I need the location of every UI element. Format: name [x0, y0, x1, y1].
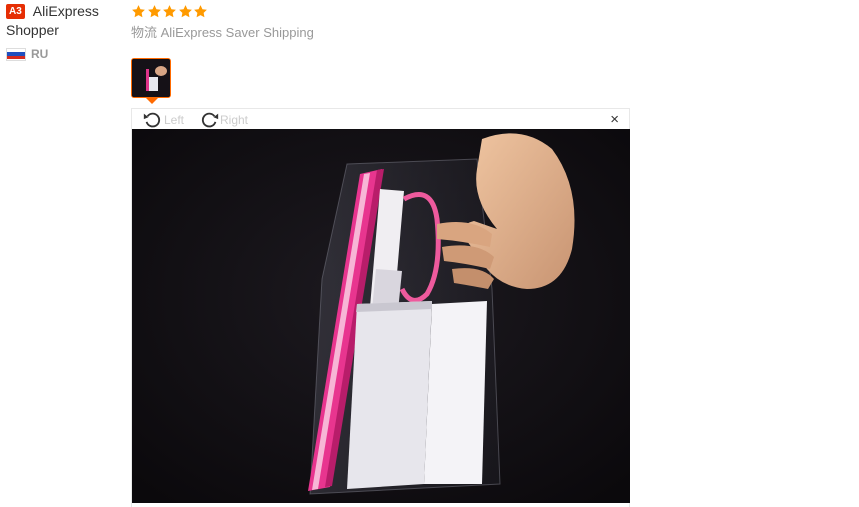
review-photo-image: [132, 129, 630, 503]
shipping-method: AliExpress Saver Shipping: [160, 25, 314, 40]
review-header: 物流 AliExpress Saver Shipping: [131, 2, 314, 42]
rotate-right-button[interactable]: Right: [198, 109, 248, 131]
country-code: RU: [31, 47, 49, 61]
thumbnail-image: [132, 59, 170, 97]
rotate-left-button[interactable]: Left: [142, 109, 184, 131]
star-icon: [147, 4, 161, 17]
reviewer-name-line2: Shopper: [6, 22, 59, 38]
review-photo: [132, 129, 630, 503]
star-icon: [178, 4, 192, 17]
reviewer-country: RU: [6, 47, 124, 61]
review-photo-thumbnail[interactable]: [131, 58, 171, 98]
reviewer-info: A3 AliExpress Shopper RU: [6, 2, 124, 61]
rotate-left-icon: [143, 112, 161, 128]
thumbnail-selected-indicator: [146, 98, 158, 104]
star-icon: [132, 4, 145, 17]
viewer-toolbar: Left Right ×: [132, 109, 629, 129]
photo-viewer: Left Right ×: [131, 108, 630, 507]
star-icon: [194, 4, 207, 17]
level-badge: A3: [6, 4, 25, 19]
star-icon: [163, 4, 176, 17]
rotate-right-icon: [201, 112, 219, 128]
rating-stars: [131, 2, 314, 20]
reviewer-name: AliExpress: [32, 3, 99, 19]
russia-flag-icon: [6, 47, 26, 61]
shipping-info: 物流 AliExpress Saver Shipping: [131, 24, 314, 42]
shipping-label: 物流: [131, 25, 158, 40]
rotate-right-label: Right: [220, 113, 249, 127]
close-icon[interactable]: ×: [610, 112, 619, 127]
rotate-left-label: Left: [164, 113, 185, 127]
